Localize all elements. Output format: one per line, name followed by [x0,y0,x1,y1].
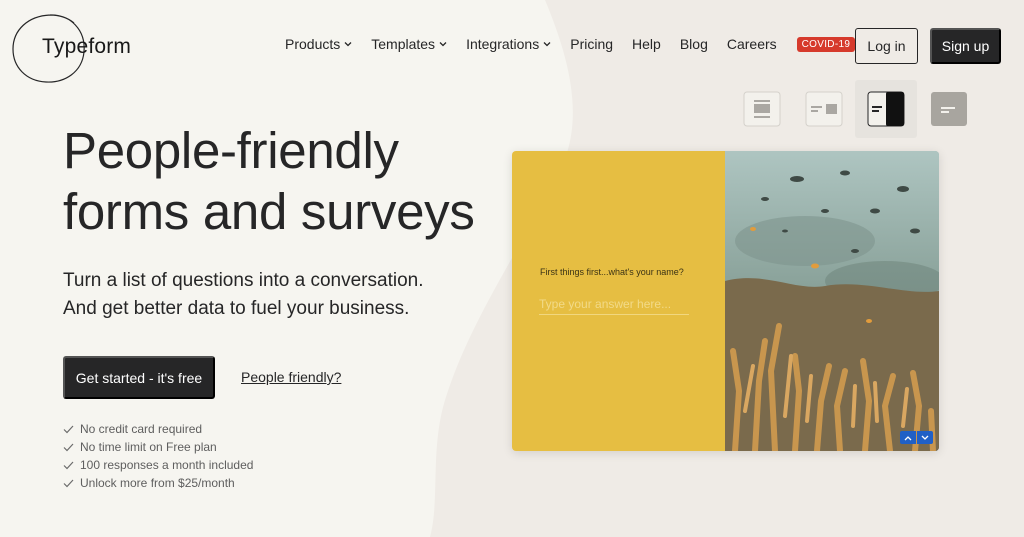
nav-item-integrations[interactable]: Integrations [466,36,551,52]
reef-illustration [725,151,939,451]
hero-title-line: People-friendly [63,122,399,179]
nav-item-label: Pricing [570,36,614,52]
main-nav: Products Templates Integrations Pricing … [285,36,856,52]
hero-title: People-friendly forms and surveys [63,120,513,242]
hero-subtitle-line: Turn a list of questions into a conversa… [63,270,424,291]
logo-text: Typeform [42,35,132,58]
answer-input[interactable] [539,293,689,315]
get-started-button[interactable]: Get started - it's free [63,356,215,399]
nav-item-label: Careers [726,36,777,52]
benefit-text: Unlock more from $25/month [80,476,235,490]
layout-stack-icon[interactable] [743,91,781,127]
benefit-text: No time limit on Free plan [80,440,217,454]
nav-item-careers[interactable]: Careers [727,36,777,52]
nav-item-label: Blog [679,36,708,52]
signup-button[interactable]: Sign up [930,28,1001,64]
layout-half-image-icon[interactable] [867,91,905,127]
benefit-text: No credit card required [80,422,203,436]
login-button[interactable]: Log in [855,28,918,64]
chevron-down-icon [921,435,929,440]
question-nav [900,431,933,444]
previous-question-button[interactable] [900,431,916,444]
nav-item-templates[interactable]: Templates [371,36,447,52]
nav-item-label: Products [285,36,341,52]
list-item: Unlock more from $25/month [63,474,253,492]
nav-item-label: Integrations [466,36,540,52]
layout-minimal-icon[interactable] [930,91,968,127]
hero-title-line: forms and surveys [63,183,475,240]
list-item: No credit card required [63,420,253,438]
logo[interactable]: Typeform [10,12,140,84]
benefit-text: 100 responses a month included [80,458,254,472]
check-icon [63,443,74,451]
nav-item-label: Templates [371,36,436,52]
check-icon [63,479,74,487]
chevron-down-icon [543,42,551,47]
list-item: 100 responses a month included [63,456,253,474]
layout-split-icon[interactable] [805,91,843,127]
nav-item-label: Help [632,36,661,52]
hero-subtitle: Turn a list of questions into a conversa… [63,267,483,323]
list-item: No time limit on Free plan [63,438,253,456]
benefits-list: No credit card required No time limit on… [63,420,253,492]
covid-badge[interactable]: COVID-19 [796,36,856,52]
coral-reef-image [725,151,939,451]
nav-item-blog[interactable]: Blog [680,36,708,52]
next-question-button[interactable] [917,431,933,444]
check-icon [63,425,74,433]
hero-subtitle-line: And get better data to fuel your busines… [63,298,410,319]
check-icon [63,461,74,469]
people-friendly-link[interactable]: People friendly? [241,369,341,385]
chevron-up-icon [904,435,912,440]
question-text: First things first...what's your name? [540,267,684,277]
nav-item-pricing[interactable]: Pricing [570,36,613,52]
nav-item-help[interactable]: Help [632,36,661,52]
form-question-panel: First things first...what's your name? [512,151,725,451]
form-preview: First things first...what's your name? [512,151,939,451]
chevron-down-icon [344,42,352,47]
chevron-down-icon [439,42,447,47]
nav-item-products[interactable]: Products [285,36,352,52]
